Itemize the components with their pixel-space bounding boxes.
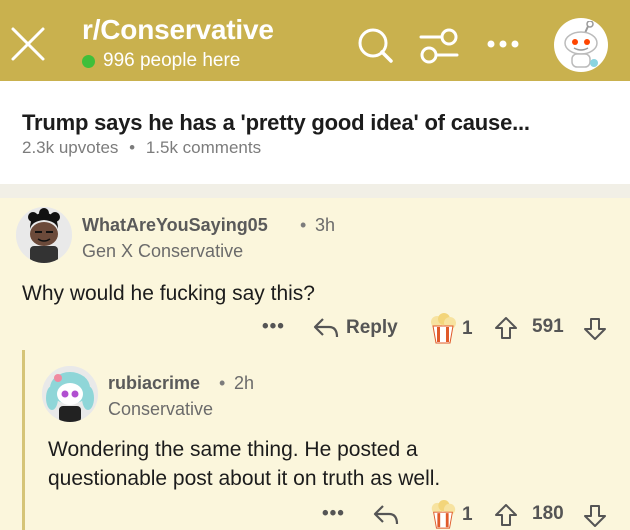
score: 180 (532, 503, 564, 525)
search-icon (358, 28, 393, 63)
post-title[interactable]: Trump says he has a 'pretty good idea' o… (22, 110, 530, 136)
meta-separator: • (129, 138, 136, 157)
user-avatar-button[interactable] (554, 18, 608, 72)
upvote-arrow-icon (495, 504, 517, 526)
subreddit-name[interactable]: r/Conservative (82, 14, 274, 46)
award-count: 1 (462, 504, 473, 525)
downvote-button[interactable] (583, 504, 607, 528)
snoo-avatar-icon (16, 207, 72, 263)
more-icon (487, 40, 519, 48)
score-value: 591 (532, 316, 564, 337)
comment-body: Why would he fucking say this? (22, 282, 315, 305)
comment-username[interactable]: rubiacrime (108, 373, 200, 394)
upvote-button[interactable] (494, 503, 518, 527)
award-count: 1 (462, 318, 473, 339)
comment-age: 2h (234, 373, 255, 393)
comment-body-line-1: Wondering the same thing. He posted a (48, 438, 418, 461)
popcorn-award-icon (431, 313, 456, 344)
score-value: 180 (532, 503, 564, 524)
online-dot-icon (82, 54, 95, 68)
upvote-button[interactable] (494, 316, 518, 340)
online-status: 996 people here (82, 50, 240, 72)
subreddit-header: r/Conservative 996 people here (0, 0, 630, 81)
section-divider (0, 184, 630, 198)
filter-button[interactable] (418, 25, 460, 67)
avatar-icon (564, 21, 598, 68)
post-summary[interactable]: Trump says he has a 'pretty good idea' o… (0, 81, 630, 184)
avatar[interactable] (42, 366, 98, 422)
avatar[interactable] (16, 207, 72, 263)
downvote-arrow-icon (584, 505, 606, 527)
comment-count: 1.5k comments (145, 138, 262, 157)
popcorn-award-icon (431, 500, 456, 529)
close-button[interactable] (10, 26, 46, 62)
user-flair: Gen X Conservative (82, 241, 244, 261)
reply-button[interactable]: Reply (312, 316, 398, 340)
post-meta: 2.3k upvotes • 1.5k comments (22, 138, 261, 158)
search-button[interactable] (356, 26, 394, 64)
score: 591 (532, 316, 564, 338)
comment-separator: • (300, 215, 307, 235)
thread-line[interactable] (22, 350, 25, 530)
online-count: 996 people here (103, 50, 241, 71)
comment-username[interactable]: WhatAreYouSaying05 (82, 215, 268, 236)
user-flair: Conservative (108, 399, 214, 419)
reply-label: Reply (346, 317, 398, 338)
more-icon: ••• (262, 316, 285, 337)
close-icon (11, 27, 45, 61)
filter-icon (419, 28, 459, 64)
comment-more-button[interactable]: ••• (322, 503, 345, 525)
downvote-button[interactable] (583, 317, 607, 341)
comment-separator: • (219, 373, 226, 393)
downvote-arrow-icon (584, 318, 606, 340)
more-icon: ••• (322, 503, 345, 524)
reply-icon (373, 505, 399, 525)
comment-age: 3h (315, 215, 336, 235)
snoo-avatar-icon (42, 366, 98, 422)
reply-button[interactable] (372, 503, 400, 527)
reply-icon (313, 318, 339, 338)
upvote-arrow-icon (495, 317, 517, 339)
more-options-button[interactable] (486, 34, 520, 54)
comment-more-button[interactable]: ••• (262, 316, 285, 338)
comment-body-line-2: questionable post about it on truth as w… (48, 467, 441, 490)
upvote-count: 2.3k upvotes (22, 138, 119, 157)
award-button[interactable]: 1 (428, 500, 473, 530)
award-button[interactable]: 1 (428, 313, 473, 345)
